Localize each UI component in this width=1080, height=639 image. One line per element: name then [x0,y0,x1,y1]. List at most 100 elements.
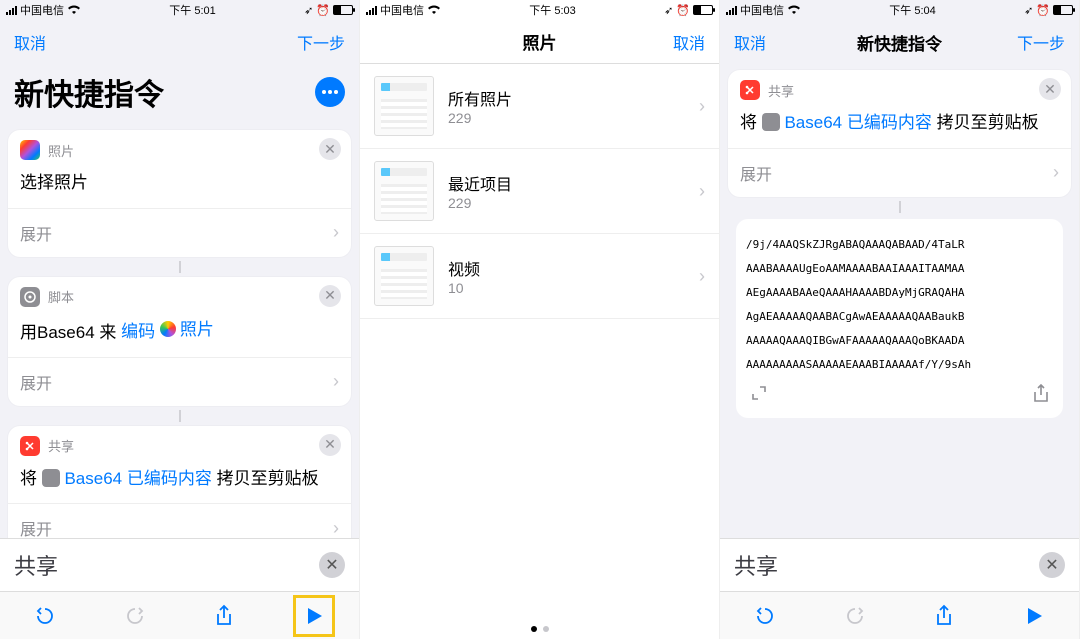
card-body[interactable]: 选择照片 [8,164,351,208]
gear-icon [42,469,60,487]
cancel-button[interactable]: 取消 [734,30,766,54]
expand-row[interactable]: 展开 › [8,357,351,406]
album-row[interactable]: 视频 10 › [360,234,719,319]
run-button[interactable] [1014,596,1054,636]
alarm-icon: ⏰ [316,4,330,17]
chevron-right-icon: › [699,96,705,117]
encoded-variable-token[interactable]: Base64 已编码内容 [42,469,217,488]
text-prefix: 用Base64 来 [20,322,116,341]
location-icon: ➶ [1024,4,1033,17]
status-bar: 中国电信 下午 5:03 ➶ ⏰ [360,0,719,20]
signal-icon [366,6,377,15]
wifi-icon [787,5,801,15]
scissors-icon [740,80,760,100]
remove-action-button[interactable]: ✕ [1039,78,1061,100]
output-line: /9j/4AAQSkZJRgABAQAAAQABAAD/4TaLR [746,233,1053,257]
cancel-button[interactable]: 取消 [14,30,46,54]
carrier-label: 中国电信 [740,2,784,18]
output-line: AAAAAQAAAQIBGwAFAAAAAQAAAQoBKAADA [746,329,1053,353]
search-label: 共享 [14,549,309,581]
album-list[interactable]: 所有照片 229 › 最近项目 229 › 视频 10 › [360,64,719,619]
encode-token[interactable]: 编码 [121,319,155,345]
clear-search-button[interactable]: ✕ [319,552,345,578]
more-button[interactable] [315,77,345,107]
actions-scroll[interactable]: 共享 ✕ 将 Base64 已编码内容 拷贝至剪贴板 展开 › /9j/4AAQ… [720,64,1079,538]
search-bar[interactable]: 共享 ✕ [720,538,1079,591]
undo-button[interactable] [25,596,65,636]
expand-label: 展开 [20,370,52,394]
action-card-photos: 照片 ✕ 选择照片 展开 › [8,130,351,257]
nav-bar: 取消 新快捷指令 下一步 [720,20,1079,64]
card-body[interactable]: 将 Base64 已编码内容 拷贝至剪贴板 [728,104,1071,148]
remove-action-button[interactable]: ✕ [319,285,341,307]
connector-line [179,410,181,422]
actions-scroll[interactable]: 照片 ✕ 选择照片 展开 › 脚本 ✕ 用Base64 来 编码 [0,124,359,538]
share-output-icon[interactable] [1033,384,1049,404]
clear-search-button[interactable]: ✕ [1039,552,1065,578]
cancel-button[interactable]: 取消 [673,30,705,54]
location-icon: ➶ [304,4,313,17]
redo-button [835,596,875,636]
photos-app-icon [20,140,40,160]
carrier-label: 中国电信 [380,2,424,18]
chevron-right-icon: › [1053,162,1059,183]
modal-title: 照片 [360,29,719,54]
expand-row[interactable]: 展开 › [8,503,351,538]
card-body[interactable]: 用Base64 来 编码 照片 [8,311,351,357]
output-line: AAAAAAAAASAAAAAEAAABIAAAAAf/Y/9sAh [746,353,1053,377]
share-button[interactable] [204,596,244,636]
action-card-script: 脚本 ✕ 用Base64 来 编码 照片 展开 › [8,277,351,406]
card-section-label: 共享 [768,81,794,100]
page-indicator [360,619,719,639]
share-button[interactable] [924,596,964,636]
album-row[interactable]: 所有照片 229 › [360,64,719,149]
alarm-icon: ⏰ [676,4,690,17]
text-prefix: 将 [740,113,757,132]
remove-action-button[interactable]: ✕ [319,138,341,160]
battery-icon [333,5,353,15]
status-bar: 中国电信 下午 5:04 ➶ ⏰ [720,0,1079,20]
output-line: AAABAAAAUgEoAAMAAAABAAIAAAITAAMAA [746,257,1053,281]
action-card-share: 共享 ✕ 将 Base64 已编码内容 拷贝至剪贴板 展开 › [728,70,1071,197]
album-row[interactable]: 最近项目 229 › [360,149,719,234]
run-button[interactable] [294,596,334,636]
clock: 下午 5:01 [169,2,215,18]
nav-bar: 取消 下一步 [0,20,359,64]
expand-row[interactable]: 展开 › [728,148,1071,197]
expand-row[interactable]: 展开 › [8,208,351,257]
page-title: 新快捷指令 [14,70,164,114]
remove-action-button[interactable]: ✕ [319,434,341,456]
next-button[interactable]: 下一步 [1017,30,1065,54]
card-section-label: 共享 [48,436,74,455]
chevron-right-icon: › [333,518,339,538]
action-card-share: 共享 ✕ 将 Base64 已编码内容 拷贝至剪贴板 展开 › [8,426,351,538]
album-count: 229 [448,195,685,211]
alarm-icon: ⏰ [1036,4,1050,17]
next-button[interactable]: 下一步 [297,30,345,54]
nav-bar: 照片 取消 [360,20,719,64]
signal-icon [6,6,17,15]
expand-label: 展开 [20,221,52,245]
album-title: 视频 [448,256,685,280]
album-title: 所有照片 [448,86,685,110]
battery-icon [1053,5,1073,15]
card-section-label: 照片 [48,141,74,160]
scissors-icon [20,436,40,456]
title-row: 新快捷指令 [0,64,359,124]
chevron-right-icon: › [699,266,705,287]
status-bar: 中国电信 下午 5:01 ➶ ⏰ [0,0,359,20]
text-suffix: 拷贝至剪贴板 [937,113,1039,132]
card-body[interactable]: 将 Base64 已编码内容 拷贝至剪贴板 [8,460,351,504]
album-title: 最近项目 [448,171,685,195]
search-label: 共享 [734,549,1029,581]
undo-button[interactable] [745,596,785,636]
expand-output-icon[interactable] [750,384,768,404]
search-bar[interactable]: 共享 ✕ [0,538,359,591]
clock: 下午 5:03 [529,2,575,18]
output-line: AEgAAAABAAeQAAAHAAAABDAyMjGRAQAHA [746,281,1053,305]
album-count: 10 [448,280,685,296]
photos-variable-token[interactable]: 照片 [160,317,214,343]
redo-button [115,596,155,636]
encoded-variable-token[interactable]: Base64 已编码内容 [762,113,937,132]
album-thumb [374,76,434,136]
